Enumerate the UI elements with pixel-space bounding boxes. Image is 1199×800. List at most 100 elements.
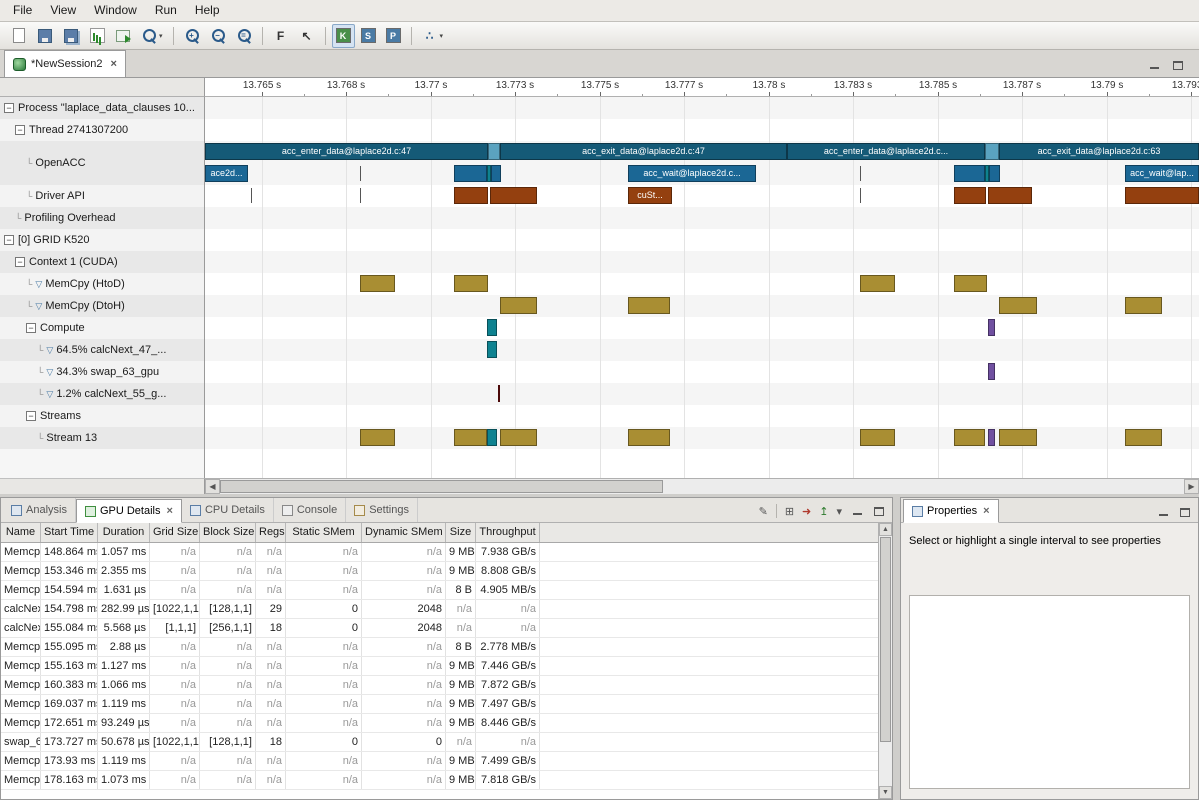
table-row[interactable]: Memcpy173.93 ms1.119 msn/an/an/an/an/a9 … xyxy=(1,752,878,771)
filter-icon[interactable]: ▽ xyxy=(35,279,42,290)
timeline-interval[interactable] xyxy=(989,165,1000,182)
table-row[interactable]: Memcpy178.163 ms1.073 msn/an/an/an/an/a9… xyxy=(1,771,878,790)
analysis-button[interactable]: ∴▾ xyxy=(418,24,448,48)
timeline-interval[interactable]: acc_exit_data@laplace2d.c:47 xyxy=(500,143,787,160)
timeline-interval[interactable] xyxy=(360,275,395,292)
timeline-interval[interactable] xyxy=(454,429,487,446)
close-icon[interactable]: × xyxy=(111,58,117,70)
filter-icon[interactable]: ▽ xyxy=(46,367,53,378)
select-pointer-button[interactable]: ↖ xyxy=(295,24,319,48)
maximize-icon[interactable] xyxy=(1178,506,1192,518)
menu-item-file[interactable]: File xyxy=(4,0,41,21)
timeline-interval[interactable] xyxy=(954,275,987,292)
tab-properties[interactable]: Properties × xyxy=(903,499,999,523)
timeline-interval[interactable]: acc_wait@lap... xyxy=(1125,165,1199,182)
scroll-up-icon[interactable]: ▲ xyxy=(879,523,892,536)
maximize-icon[interactable] xyxy=(872,505,886,517)
tab-analysis[interactable]: Analysis xyxy=(3,498,76,522)
timeline-interval[interactable] xyxy=(860,429,895,446)
timeline-interval[interactable] xyxy=(999,297,1037,314)
dropdown-caret-icon[interactable]: ▾ xyxy=(440,32,444,40)
timeline-interval[interactable] xyxy=(488,143,500,160)
tree-item-openacc[interactable]: └OpenACC xyxy=(0,141,204,185)
tree-item-memcpy-dtoh-[interactable]: └▽MemCpy (DtoH) xyxy=(0,295,204,317)
process-timeline-toggle[interactable]: P xyxy=(382,24,405,48)
export-data-icon[interactable]: ↥ xyxy=(819,505,828,518)
menu-item-window[interactable]: Window xyxy=(85,0,146,21)
timeline-marker[interactable] xyxy=(860,188,861,203)
column-header-regs[interactable]: Regs xyxy=(256,523,286,542)
scroll-right-icon[interactable]: ▶ xyxy=(1184,479,1199,494)
collapse-icon[interactable]: − xyxy=(4,235,14,245)
tab-console[interactable]: Console xyxy=(274,498,346,522)
timeline-interval[interactable] xyxy=(454,187,488,204)
tree-item-memcpy-htod-[interactable]: └▽MemCpy (HtoD) xyxy=(0,273,204,295)
table-row[interactable]: Memcpy155.163 ms1.127 msn/an/an/an/an/a9… xyxy=(1,657,878,676)
table-row[interactable]: swap_63173.727 ms50.678 µs[1022,1,1][128… xyxy=(1,733,878,752)
scroll-down-icon[interactable]: ▼ xyxy=(879,786,892,799)
pin-editor-icon[interactable]: ✎ xyxy=(759,505,768,518)
tree-item-context-1-cuda-[interactable]: −Context 1 (CUDA) xyxy=(0,251,204,273)
timeline-interval[interactable] xyxy=(1125,429,1162,446)
timeline-interval[interactable] xyxy=(954,429,985,446)
timeline-interval[interactable] xyxy=(500,297,537,314)
zoom-tool-button[interactable]: ▾ xyxy=(137,24,167,48)
timeline-interval[interactable] xyxy=(487,429,497,446)
timeline-interval[interactable] xyxy=(360,429,395,446)
timeline-interval[interactable] xyxy=(500,429,537,446)
minimize-icon[interactable] xyxy=(850,505,864,517)
filter-icon[interactable]: ▽ xyxy=(35,301,42,312)
horizontal-scrollbar[interactable]: ◀ ▶ xyxy=(205,478,1199,494)
table-row[interactable]: Memcpy148.864 ms1.057 msn/an/an/an/an/a9… xyxy=(1,543,878,562)
vscrollbar-thumb[interactable] xyxy=(880,537,891,742)
timeline-interval[interactable]: acc_enter_data@laplace2d.c... xyxy=(787,143,985,160)
tree-item-streams[interactable]: −Streams xyxy=(0,405,204,427)
collapse-icon[interactable]: − xyxy=(26,411,36,421)
timeline-interval[interactable] xyxy=(491,165,501,182)
tree-item-compute[interactable]: −Compute xyxy=(0,317,204,339)
collapse-icon[interactable]: − xyxy=(4,103,14,113)
timeline-interval[interactable] xyxy=(454,165,487,182)
zoom-in-button[interactable]: + xyxy=(180,24,204,48)
stream-timeline-toggle[interactable]: S xyxy=(357,24,380,48)
dropdown-caret-icon[interactable]: ▾ xyxy=(159,32,163,40)
column-header-name[interactable]: Name xyxy=(1,523,41,542)
table-row[interactable]: Memcpy153.346 ms2.355 msn/an/an/an/an/a9… xyxy=(1,562,878,581)
tree-item-1-2-calcnext-55-g-[interactable]: └▽1.2% calcNext_55_g... xyxy=(0,383,204,405)
close-icon[interactable]: × xyxy=(167,505,173,517)
tree-item-process-laplace-data-cla[interactable]: −Process "laplace_data_clauses 10... xyxy=(0,97,204,119)
timeline-interval[interactable] xyxy=(628,429,670,446)
timeline-interval[interactable]: cuSt... xyxy=(628,187,672,204)
tree-item-thread-2741307200[interactable]: −Thread 2741307200 xyxy=(0,119,204,141)
timeline-interval[interactable] xyxy=(999,429,1037,446)
collapse-icon[interactable]: − xyxy=(26,323,36,333)
timeline-interval[interactable] xyxy=(988,429,995,446)
table-scrollbar[interactable]: ▲ ▼ xyxy=(878,523,892,799)
tree-item-64-5-calcnext-47-[interactable]: └▽64.5% calcNext_47_... xyxy=(0,339,204,361)
maximize-icon[interactable] xyxy=(1171,59,1185,71)
collapse-icon[interactable]: − xyxy=(15,125,25,135)
kernel-timeline-toggle[interactable]: K xyxy=(332,24,355,48)
table-row[interactable]: Memcpy169.037 ms1.119 msn/an/an/an/an/a9… xyxy=(1,695,878,714)
column-header-static-smem[interactable]: Static SMem xyxy=(286,523,362,542)
export-button[interactable] xyxy=(111,24,135,48)
table-row[interactable]: Memcpy155.095 ms2.88 µsn/an/an/an/an/a8 … xyxy=(1,638,878,657)
timeline-marker[interactable] xyxy=(251,188,252,203)
tree-item--0-grid-k520[interactable]: −[0] GRID K520 xyxy=(0,229,204,251)
tree-item-driver-api[interactable]: └Driver API xyxy=(0,185,204,207)
timeline-interval[interactable]: acc_enter_data@laplace2d.c:47 xyxy=(205,143,488,160)
zoom-out-button[interactable]: − xyxy=(206,24,230,48)
table-row[interactable]: calcNext154.798 ms282.99 µs[1022,1,1][12… xyxy=(1,600,878,619)
menu-item-run[interactable]: Run xyxy=(146,0,186,21)
save-all-button[interactable] xyxy=(59,24,83,48)
tree-item-34-3-swap-63-gpu[interactable]: └▽34.3% swap_63_gpu xyxy=(0,361,204,383)
timeline-interval[interactable] xyxy=(1125,297,1162,314)
column-header-throughput[interactable]: Throughput xyxy=(476,523,540,542)
new-session-button[interactable] xyxy=(7,24,31,48)
column-header-start-time[interactable]: Start Time xyxy=(41,523,98,542)
hscrollbar-thumb[interactable] xyxy=(220,480,663,493)
tab-cpu-details[interactable]: CPU Details xyxy=(182,498,274,522)
timeline-interval[interactable] xyxy=(985,143,999,160)
minimize-icon[interactable] xyxy=(1147,59,1161,71)
filter-icon[interactable]: ▽ xyxy=(46,345,53,356)
